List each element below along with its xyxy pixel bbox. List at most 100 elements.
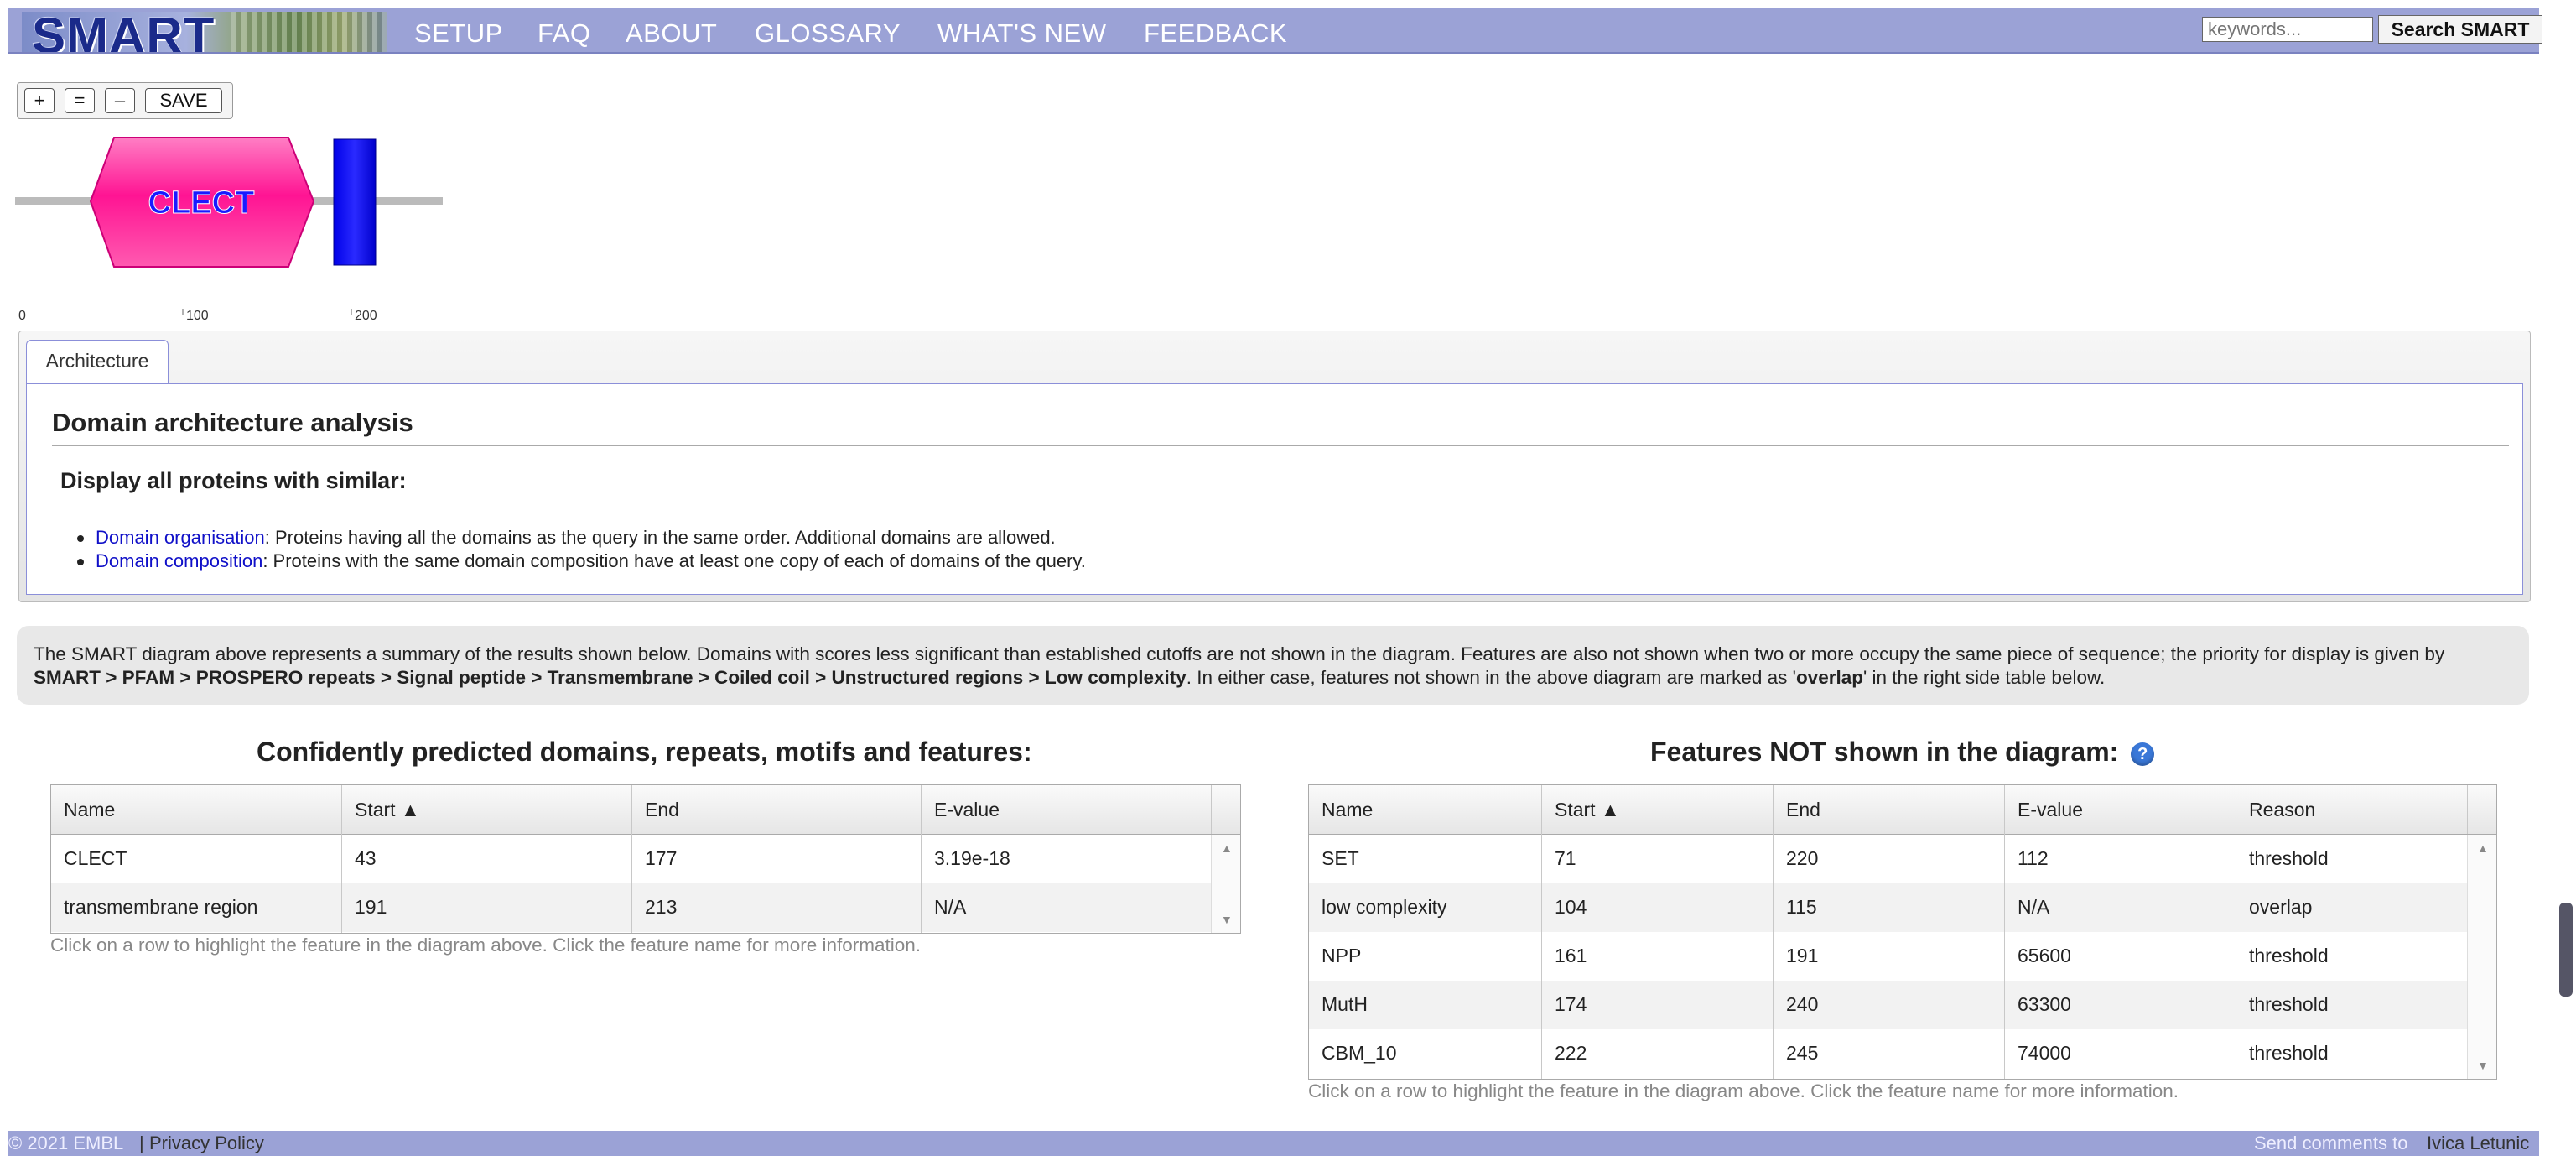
nav-whats-new[interactable]: WHAT'S NEW: [937, 18, 1107, 49]
table-row[interactable]: SET 71 220 112 threshold: [1309, 835, 2467, 883]
feature-name-link[interactable]: transmembrane region: [64, 896, 257, 919]
list-item: Domain organisation: Proteins having all…: [77, 527, 1056, 549]
side-widget[interactable]: [2559, 903, 2573, 997]
cell-start: 174: [1555, 993, 1587, 1015]
column-divider: [631, 785, 632, 933]
logo-text: SMART: [32, 12, 216, 52]
bullet-icon: [77, 535, 84, 543]
column-divider: [1773, 785, 1774, 1079]
table-header: Name Start ▲ End E-value Reason: [1309, 785, 2496, 835]
column-divider: [341, 785, 342, 933]
cell-end: 115: [1786, 896, 1817, 918]
save-button[interactable]: SAVE: [145, 88, 222, 113]
smart-logo[interactable]: SMART: [22, 12, 387, 52]
column-header-start[interactable]: Start ▲: [1555, 799, 1620, 821]
table-row[interactable]: MutH 174 240 63300 threshold: [1309, 981, 2467, 1029]
column-header-name[interactable]: Name: [64, 799, 115, 821]
help-icon[interactable]: ?: [2131, 742, 2155, 766]
nav-faq[interactable]: FAQ: [538, 18, 591, 49]
cell-evalue: 112: [2018, 847, 2049, 869]
column-header-evalue[interactable]: E-value: [934, 799, 1000, 821]
transmembrane-region[interactable]: [333, 138, 377, 266]
overlap-term: overlap: [1795, 667, 1863, 688]
table-row[interactable]: NPP 161 191 65600 threshold: [1309, 932, 2467, 981]
domain-composition-link[interactable]: Domain composition: [96, 550, 262, 571]
cell-end: 240: [1786, 993, 1819, 1015]
zoom-out-button[interactable]: –: [105, 88, 135, 113]
cell-start: 161: [1555, 945, 1587, 966]
scroll-down-icon[interactable]: ▼: [1221, 913, 1233, 926]
nav-setup[interactable]: SETUP: [414, 18, 503, 49]
footer: © 2021 EMBL | Privacy Policy Send commen…: [8, 1131, 2539, 1156]
cell-end: 220: [1786, 847, 1819, 869]
search-button[interactable]: Search SMART: [2378, 15, 2542, 44]
tab-architecture[interactable]: Architecture: [26, 340, 169, 383]
cell-start: 222: [1555, 1042, 1587, 1064]
table-row[interactable]: low complexity 104 115 N/A overlap: [1309, 883, 2467, 932]
column-divider: [921, 785, 922, 933]
cell-evalue: 63300: [2018, 993, 2071, 1015]
cell-evalue: N/A: [934, 896, 967, 918]
list-item-text: : Proteins with the same domain composit…: [262, 550, 1086, 571]
scroll-up-icon[interactable]: ▲: [2477, 841, 2489, 855]
table-scrollbar[interactable]: ▲ ▼: [1211, 835, 1240, 933]
diagram-toolbar: + = – SAVE: [17, 82, 233, 119]
feature-name-link[interactable]: MutH: [1322, 993, 1368, 1016]
cell-start: 43: [355, 847, 377, 869]
cell-evalue: 74000: [2018, 1042, 2071, 1064]
feature-name-link[interactable]: CLECT: [64, 847, 127, 870]
axis-label-100: 100: [186, 309, 209, 323]
copyright: © 2021 EMBL: [8, 1133, 124, 1153]
feature-name-link[interactable]: low complexity: [1322, 896, 1447, 919]
table-scrollbar[interactable]: ▲ ▼: [2467, 835, 2496, 1079]
column-header-end[interactable]: End: [645, 799, 679, 821]
column-header-end[interactable]: End: [1786, 799, 1820, 821]
cell-evalue: 3.19e-18: [934, 847, 1010, 869]
domain-organisation-link[interactable]: Domain organisation: [96, 527, 265, 548]
comments-text: Send comments to: [2254, 1133, 2408, 1153]
summary-text: . In either case, features not shown in …: [1186, 667, 1796, 688]
search-input[interactable]: [2202, 17, 2373, 42]
nav-glossary[interactable]: GLOSSARY: [755, 18, 901, 49]
nav-feedback[interactable]: FEEDBACK: [1144, 18, 1287, 49]
list-item-text: : Proteins having all the domains as the…: [264, 527, 1056, 548]
scroll-up-icon[interactable]: ▲: [1221, 841, 1233, 855]
table-header: Name Start ▲ End E-value: [51, 785, 1240, 835]
cell-end: 213: [645, 896, 678, 918]
table-row[interactable]: CBM_10 222 245 74000 threshold: [1309, 1029, 2467, 1078]
zoom-reset-button[interactable]: =: [65, 88, 95, 113]
zoom-in-button[interactable]: +: [24, 88, 55, 113]
cell-end: 191: [1786, 945, 1819, 966]
scroll-down-icon[interactable]: ▼: [2477, 1059, 2489, 1072]
nav-about[interactable]: ABOUT: [626, 18, 717, 49]
column-header-reason[interactable]: Reason: [2249, 799, 2315, 821]
architecture-subtitle: Display all proteins with similar:: [60, 468, 407, 493]
summary-text: ' in the right side table below.: [1862, 667, 2106, 688]
column-divider: [1211, 785, 1212, 834]
feature-name-link[interactable]: SET: [1322, 847, 1359, 870]
privacy-policy-link[interactable]: Privacy Policy: [149, 1133, 264, 1154]
predicted-table-hint: Click on a row to highlight the feature …: [50, 935, 922, 956]
cell-end: 245: [1786, 1042, 1819, 1064]
column-header-start[interactable]: Start ▲: [355, 799, 420, 821]
author-link[interactable]: Ivica Letunic: [2427, 1133, 2529, 1154]
not-shown-title-text: Features NOT shown in the diagram:: [1650, 737, 2119, 767]
cell-end: 177: [645, 847, 678, 869]
axis-label-200: 200: [355, 309, 377, 323]
column-header-evalue[interactable]: E-value: [2018, 799, 2083, 821]
cell-start: 71: [1555, 847, 1576, 869]
column-header-name[interactable]: Name: [1322, 799, 1373, 821]
logo-decoration: [231, 12, 387, 52]
feature-name-link[interactable]: NPP: [1322, 945, 1361, 967]
list-item: Domain composition: Proteins with the sa…: [77, 550, 1086, 572]
top-navigation-bar: SMART SETUP FAQ ABOUT GLOSSARY WHAT'S NE…: [8, 8, 2542, 54]
summary-text: The SMART diagram above represents a sum…: [34, 643, 2445, 664]
footer-separator: |: [139, 1133, 144, 1153]
summary-box: The SMART diagram above represents a sum…: [17, 626, 2529, 705]
cell-reason: threshold: [2249, 1042, 2329, 1064]
cell-start: 104: [1555, 896, 1587, 918]
cell-reason: threshold: [2249, 847, 2329, 869]
architecture-panel: Architecture Domain architecture analysi…: [18, 331, 2531, 602]
feature-name-link[interactable]: CBM_10: [1322, 1042, 1396, 1065]
not-shown-features-table: Name Start ▲ End E-value Reason SET 71 220…: [1308, 784, 2497, 1080]
